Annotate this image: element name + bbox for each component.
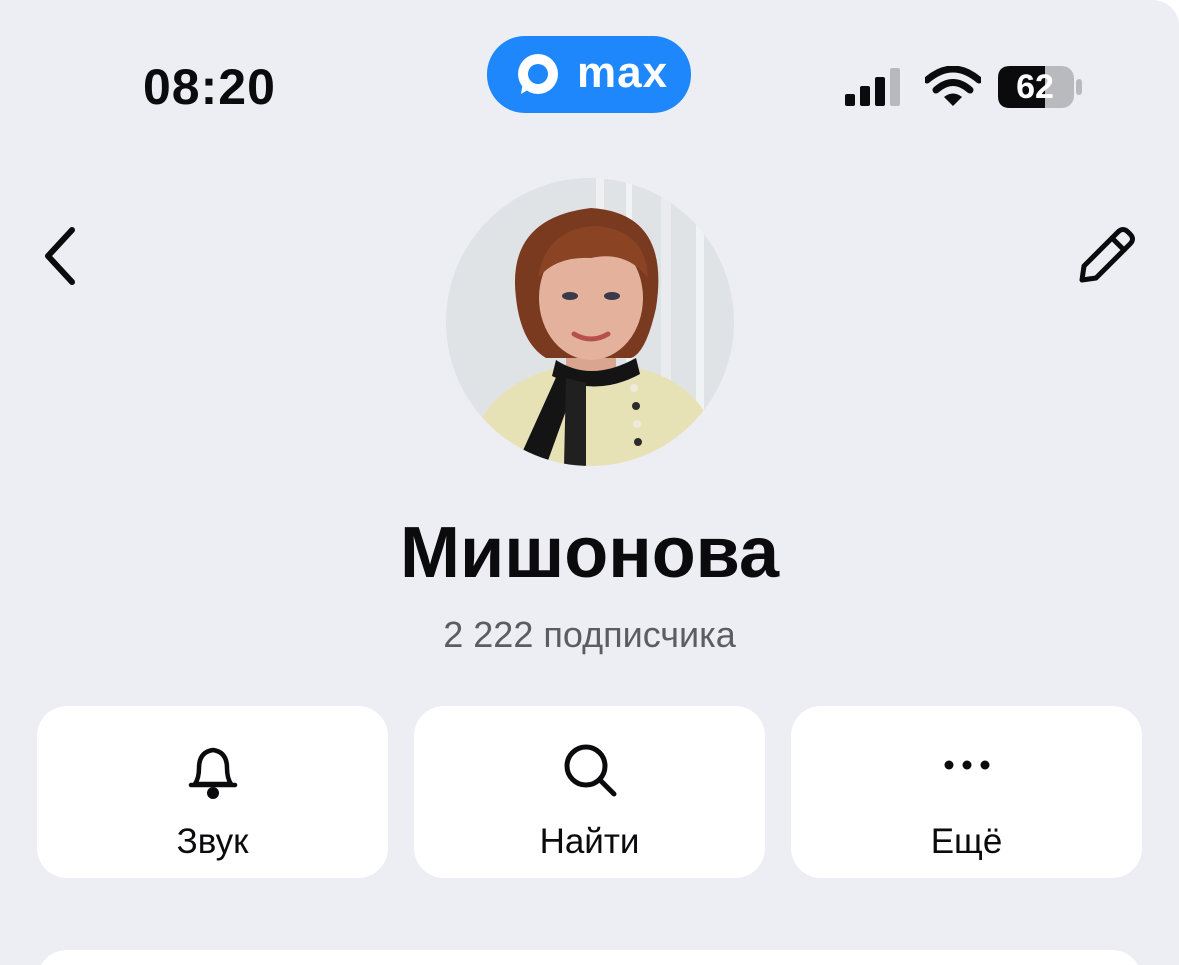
pencil-icon[interactable] [1072, 222, 1140, 290]
subscriber-count: 2 222 подписчика [443, 614, 736, 655]
bell-icon [188, 747, 237, 799]
sound-button-label: Звук [176, 822, 249, 861]
max-logo-icon [518, 54, 558, 94]
search-button[interactable]: Найти [414, 706, 765, 878]
status-time: 08:20 [143, 59, 276, 115]
search-icon [564, 744, 616, 797]
profile-screen: 08:20 max 62 Мишонова 2 222 подписчика З… [0, 0, 1179, 965]
sound-button[interactable]: Звук [37, 706, 388, 878]
info-panel [37, 950, 1142, 965]
more-button[interactable]: Ещё [791, 706, 1142, 878]
avatar[interactable] [446, 178, 734, 466]
search-button-label: Найти [539, 822, 640, 861]
brand-name: max [577, 48, 669, 97]
cellular-signal-icon [845, 68, 900, 106]
profile-name: Мишонова [399, 513, 780, 593]
wifi-icon [925, 66, 981, 106]
chevron-left-icon[interactable] [38, 222, 86, 290]
brand-pill[interactable]: max [487, 36, 691, 113]
more-button-label: Ещё [930, 822, 1003, 861]
battery-level: 62 [1016, 68, 1054, 106]
more-dots-icon [944, 760, 989, 770]
